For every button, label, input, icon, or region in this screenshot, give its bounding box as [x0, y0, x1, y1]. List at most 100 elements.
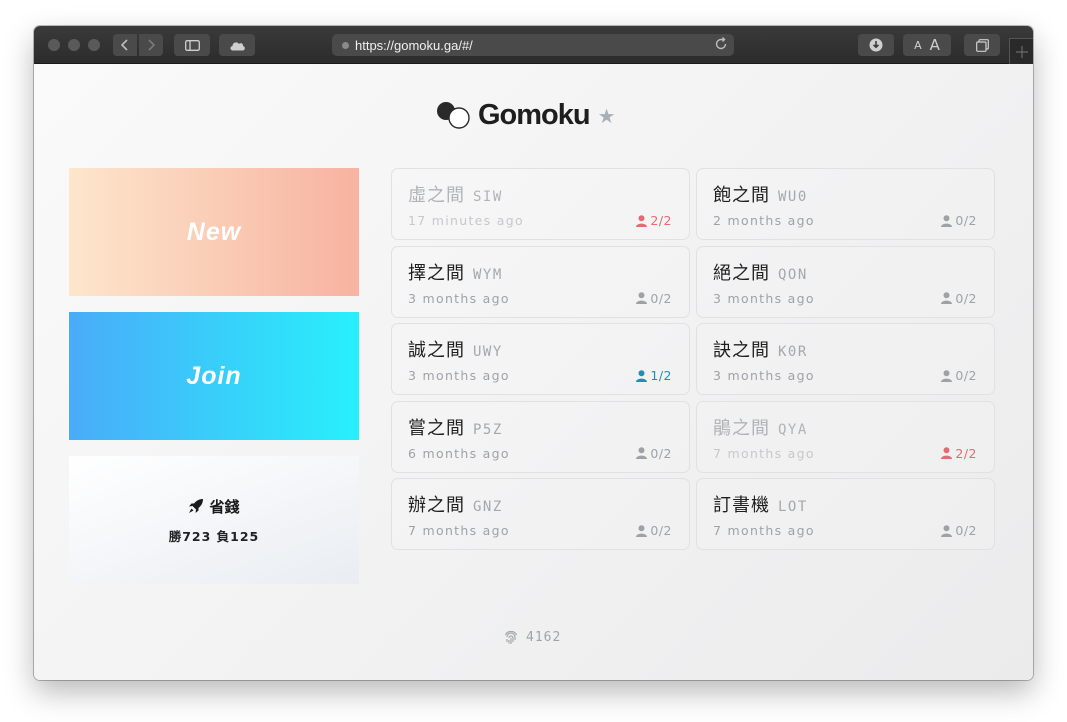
room-card[interactable]: 鵑之間 QYA 7 months ago 2/2: [696, 400, 995, 473]
player-count-text: 2/2: [955, 445, 977, 461]
room-card[interactable]: 訂書機 LOT 7 months ago 0/2: [696, 478, 995, 550]
address-bar[interactable]: https://gomoku.ga/#/: [332, 34, 734, 56]
room-name: 擇之間: [408, 262, 465, 284]
url-text: https://gomoku.ga/#/: [355, 37, 473, 53]
text-larger-button[interactable]: A: [930, 36, 940, 54]
user-icon: [636, 447, 648, 459]
new-game-button[interactable]: New: [69, 168, 359, 296]
text-smaller-button[interactable]: A: [914, 39, 922, 52]
player-profile-card[interactable]: 省錢 勝723 負125: [69, 456, 359, 584]
sidebar-toggle-button[interactable]: [174, 34, 210, 56]
room-player-count: 0/2: [636, 446, 672, 461]
room-title: 訂書機 LOT: [713, 491, 808, 517]
user-icon: [941, 214, 953, 227]
browser-toolbar: https://gomoku.ga/#/ A A: [34, 26, 1033, 64]
user-icon: [941, 524, 953, 537]
player-count-text: 0/2: [650, 290, 672, 306]
room-code: WYM: [473, 266, 503, 283]
user-icon: [636, 292, 648, 304]
room-time: 3 months ago: [408, 368, 510, 383]
icloud-tabs-button[interactable]: [219, 34, 255, 56]
room-code: WU0: [778, 189, 808, 205]
room-player-count: 2/2: [636, 213, 672, 228]
user-icon: [941, 369, 953, 382]
room-time: 3 months ago: [408, 290, 510, 306]
room-card[interactable]: 嘗之間 P5Z 6 months ago 0/2: [391, 400, 690, 473]
room-card[interactable]: 誠之間 UWY 3 months ago 1/2: [391, 323, 690, 395]
player-count-text: 0/2: [650, 523, 672, 538]
online-counter: 4162: [504, 630, 561, 645]
room-player-count: 0/2: [941, 213, 977, 228]
room-time: 7 months ago: [713, 523, 815, 538]
back-button[interactable]: [113, 34, 137, 56]
page-content: Gomoku ★ New Join 省錢 勝723 負125 虛之間 SIW 17 …: [34, 64, 1033, 680]
room-name: 訣之間: [713, 340, 770, 361]
close-window-button[interactable]: [48, 39, 60, 51]
room-card[interactable]: 辦之間 GNZ 7 months ago 0/2: [391, 478, 690, 550]
room-code: SIW: [473, 189, 503, 205]
room-code: QON: [778, 266, 808, 283]
room-code: QYA: [778, 421, 808, 438]
downloads-button[interactable]: [858, 34, 894, 56]
room-time: 17 minutes ago: [408, 213, 524, 228]
room-player-count: 2/2: [941, 446, 977, 461]
fingerprint-icon: [504, 630, 518, 644]
room-name: 訂書機: [713, 495, 770, 516]
room-name: 嘗之間: [408, 417, 465, 439]
room-card[interactable]: 虛之間 SIW 17 minutes ago 2/2: [391, 168, 690, 240]
sidebar-icon: [184, 39, 200, 51]
profile-stats: 勝723 負125: [168, 528, 260, 544]
online-count: 4162: [526, 630, 562, 645]
user-icon: [636, 214, 648, 227]
forward-button[interactable]: [139, 34, 163, 56]
cloud-icon: [229, 41, 245, 50]
room-code: UWY: [473, 344, 503, 360]
player-count-text: 1/2: [650, 368, 672, 383]
rocket-icon: [189, 499, 204, 513]
star-icon[interactable]: ★: [598, 104, 616, 128]
room-title: 辦之間 GNZ: [408, 491, 503, 517]
chevron-right-icon: [148, 39, 155, 51]
room-title: 鵑之間 QYA: [713, 414, 808, 440]
zoom-window-button[interactable]: [88, 39, 100, 51]
room-player-count: 0/2: [636, 291, 672, 306]
new-game-label: New: [186, 217, 242, 246]
room-code: GNZ: [473, 499, 503, 515]
tabs-icon: [975, 38, 989, 52]
room-player-count: 0/2: [941, 368, 977, 383]
room-title: 飽之間 WU0: [713, 181, 808, 207]
minimize-window-button[interactable]: [68, 39, 80, 51]
room-card[interactable]: 訣之間 K0R 3 months ago 0/2: [696, 323, 995, 395]
join-game-button[interactable]: Join: [69, 312, 359, 440]
profile-name: 省錢: [209, 497, 240, 516]
room-player-count: 0/2: [941, 291, 977, 306]
tab-overview-button[interactable]: [964, 34, 1000, 56]
room-name: 飽之間: [713, 185, 770, 206]
room-card[interactable]: 擇之間 WYM 3 months ago 0/2: [391, 245, 690, 318]
room-code: P5Z: [473, 421, 503, 438]
room-title: 擇之間 WYM: [408, 259, 503, 285]
player-count-text: 0/2: [650, 445, 672, 461]
reload-icon[interactable]: [714, 37, 728, 51]
user-icon: [636, 524, 648, 537]
room-player-count: 0/2: [636, 523, 672, 538]
user-icon: [636, 369, 648, 382]
player-count-text: 0/2: [955, 213, 977, 228]
history-nav: [113, 34, 163, 56]
room-time: 3 months ago: [713, 290, 815, 306]
room-player-count: 1/2: [636, 368, 672, 383]
new-tab-button[interactable]: [1009, 38, 1033, 64]
room-name: 虛之間: [408, 185, 465, 206]
join-game-label: Join: [186, 361, 242, 390]
player-count-text: 0/2: [955, 290, 977, 306]
room-card[interactable]: 絕之間 QON 3 months ago 0/2: [696, 245, 995, 318]
room-name: 誠之間: [408, 340, 465, 361]
room-player-count: 0/2: [941, 523, 977, 538]
room-card[interactable]: 飽之間 WU0 2 months ago 0/2: [696, 168, 995, 240]
text-size-buttons: A A: [903, 34, 951, 56]
room-time: 3 months ago: [713, 368, 815, 383]
room-title: 誠之間 UWY: [408, 336, 503, 362]
room-time: 6 months ago: [408, 445, 510, 461]
room-name: 鵑之間: [713, 417, 770, 439]
plus-icon: [1016, 46, 1028, 58]
